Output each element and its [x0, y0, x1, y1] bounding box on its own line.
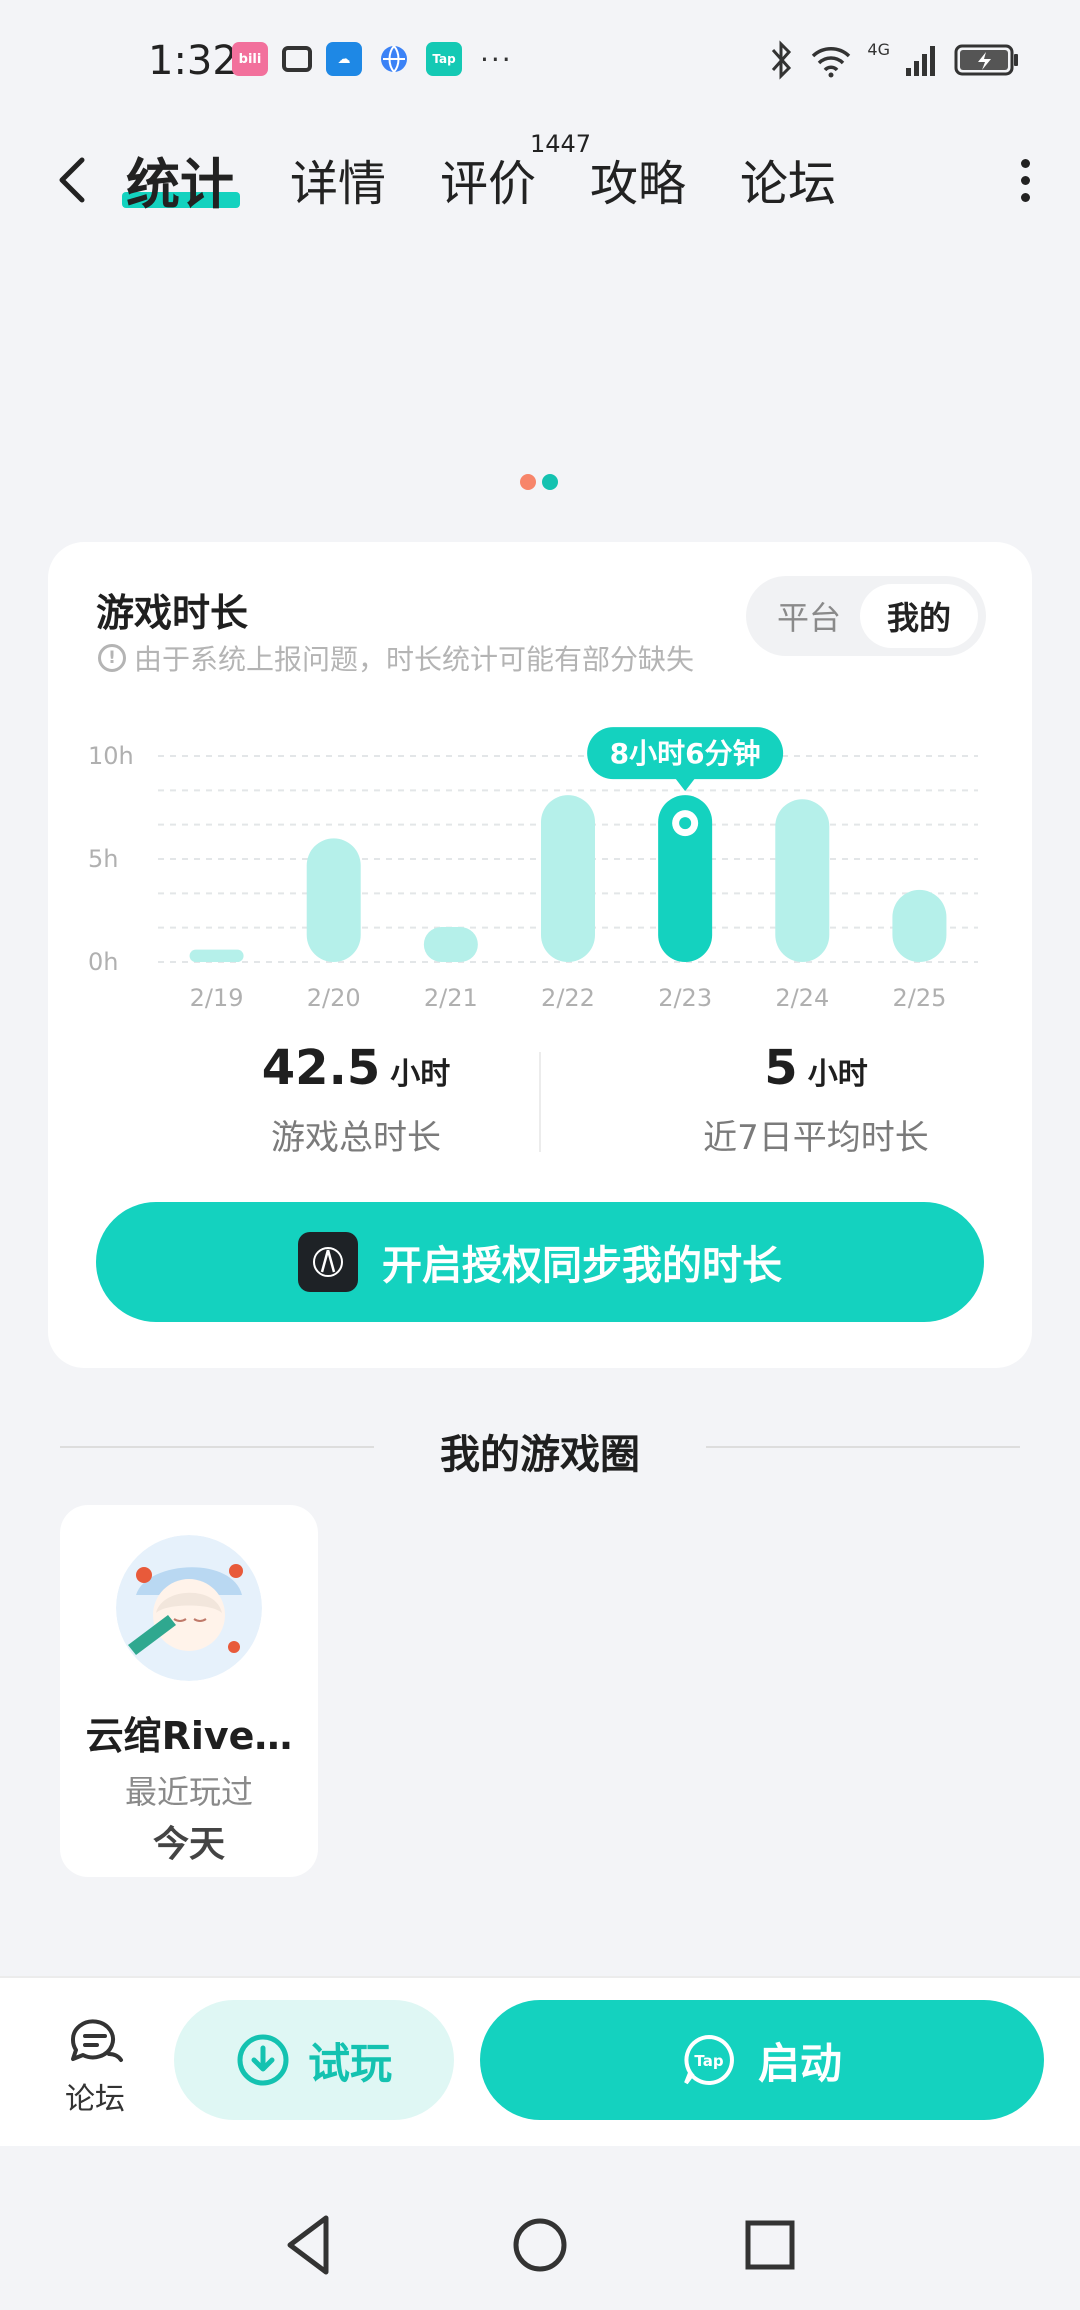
- network-type: 4G: [867, 40, 890, 59]
- pager-dot[interactable]: [520, 474, 536, 490]
- battery-icon: [954, 44, 1018, 76]
- playtime-card: 游戏时长 ! 由于系统上报问题，时长统计可能有部分缺失 平台 我的 0h 5h 10…: [48, 542, 1032, 1368]
- playtime-chart: 0h 5h 10h 2/19 2/20 2/21 2/22 2/23 8小时6分钟 2/24 2/2…: [88, 727, 978, 1012]
- pager-dot[interactable]: [542, 474, 558, 490]
- toggle-platform[interactable]: 平台: [750, 584, 868, 648]
- playtime-note-text: 由于系统上报问题，时长统计可能有部分缺失: [134, 643, 695, 676]
- more-options-icon[interactable]: [1010, 150, 1040, 210]
- y-tick-label: 5h: [88, 845, 118, 873]
- x-tick-label: 2/21: [424, 984, 478, 1012]
- trial-button[interactable]: 试玩: [174, 2000, 454, 2120]
- tap-icon: Tap: [426, 42, 462, 76]
- y-tick-label: 0h: [88, 948, 118, 976]
- total-playtime: 42.5 小时 游戏总时长: [176, 1040, 536, 1159]
- tap-logo-icon: Tap: [684, 2034, 734, 2085]
- tab-forum[interactable]: 论坛: [740, 144, 836, 214]
- system-back-icon[interactable]: [280, 2210, 340, 2280]
- section-divider-right: [706, 1446, 1020, 1448]
- playtime-note: ! 由于系统上报问题，时长统计可能有部分缺失: [98, 638, 694, 678]
- forum-label: 论坛: [65, 2082, 125, 2117]
- notification-icons: bili ☁ Tap ···: [232, 42, 513, 76]
- total-playtime-value: 42.5: [261, 1040, 381, 1096]
- game-avatar: [116, 1535, 262, 1681]
- tv-icon: [282, 46, 312, 72]
- game-last-played: 今天: [152, 1824, 225, 1865]
- playtime-stats: 42.5 小时 游戏总时长 5 小时 近7日平均时长: [48, 1040, 1032, 1170]
- playtime-title: 游戏时长: [96, 591, 249, 635]
- tooltip-text: 8小时6分钟: [610, 737, 761, 770]
- tab-guides[interactable]: 攻略: [590, 144, 686, 214]
- game-recent-label: 最近玩过: [124, 1773, 253, 1811]
- chart-bar: [189, 949, 244, 962]
- source-toggle: 平台 我的: [746, 576, 986, 656]
- back-icon[interactable]: [48, 148, 104, 212]
- info-icon: !: [98, 644, 126, 672]
- stats-divider: [539, 1052, 541, 1152]
- average-playtime-value: 5: [764, 1040, 798, 1096]
- bluetooth-icon: [772, 40, 792, 80]
- chart-bar: [892, 889, 947, 962]
- trial-label: 试玩: [307, 2038, 392, 2088]
- app-logo-icon: [298, 1232, 358, 1292]
- weather-icon: ☁: [326, 42, 362, 76]
- chart-bar: [775, 799, 830, 962]
- tab-stats[interactable]: 统计: [126, 140, 234, 219]
- bottom-action-bar: 论坛 试玩 Tap 启动: [0, 1976, 1080, 2146]
- forum-nav-button[interactable]: 论坛: [50, 2014, 140, 2118]
- tooltip-pointer: [675, 778, 696, 792]
- chart-bar: [541, 795, 595, 962]
- chart-bar: [423, 926, 478, 962]
- average-playtime: 5 小时 近7日平均时长: [636, 1040, 996, 1159]
- tab-reviews[interactable]: 评价: [440, 144, 536, 214]
- x-tick-label: 2/25: [892, 984, 946, 1012]
- system-home-icon[interactable]: [510, 2210, 570, 2280]
- bilibili-icon: bili: [232, 42, 268, 76]
- forum-icon: [70, 2019, 123, 2062]
- highlight-marker-dot: [679, 817, 692, 830]
- game-circle-title: 我的游戏圈: [440, 1432, 640, 1478]
- tap-logo-text: Tap: [694, 2052, 723, 2070]
- x-tick-label: 2/23: [658, 984, 712, 1012]
- launch-button[interactable]: Tap 启动: [480, 2000, 1044, 2120]
- average-playtime-unit: 小时: [807, 1057, 868, 1092]
- globe-icon: [376, 42, 412, 76]
- x-tick-label: 2/22: [541, 984, 595, 1012]
- y-tick-label: 10h: [88, 742, 134, 770]
- top-nav: 统计 详情 评价 1447 攻略 论坛: [0, 130, 1080, 230]
- status-time: 1:32: [148, 38, 238, 84]
- game-name: 云绾Rive…: [85, 1714, 293, 1758]
- sync-playtime-label: 开启授权同步我的时长: [382, 1243, 782, 1289]
- toggle-mine[interactable]: 我的: [860, 584, 978, 648]
- download-icon: [237, 2034, 289, 2086]
- system-navigation-bar: [0, 2190, 1080, 2310]
- x-tick-label: 2/19: [190, 984, 244, 1012]
- game-card[interactable]: 云绾Rive… 最近玩过 今天: [60, 1505, 318, 1877]
- system-recents-icon[interactable]: [740, 2210, 800, 2280]
- tab-details[interactable]: 详情: [290, 144, 386, 214]
- status-bar: 1:32 bili ☁ Tap ··· 4G: [0, 0, 1080, 120]
- signal-icon: [906, 46, 935, 76]
- average-playtime-label: 近7日平均时长: [703, 1118, 929, 1158]
- more-notifications-icon: ···: [480, 42, 513, 76]
- total-playtime-unit: 小时: [390, 1057, 451, 1092]
- sync-playtime-button[interactable]: 开启授权同步我的时长: [96, 1202, 984, 1322]
- review-count-badge: 1447: [530, 130, 592, 158]
- wifi-icon: [812, 47, 851, 78]
- x-tick-label: 2/24: [775, 984, 829, 1012]
- x-tick-label: 2/20: [307, 984, 361, 1012]
- chart-bar: [306, 838, 361, 962]
- system-icons: 4G: [767, 40, 1020, 80]
- banner-pager: [520, 474, 558, 490]
- total-playtime-label: 游戏总时长: [271, 1118, 441, 1158]
- launch-label: 启动: [757, 2038, 842, 2088]
